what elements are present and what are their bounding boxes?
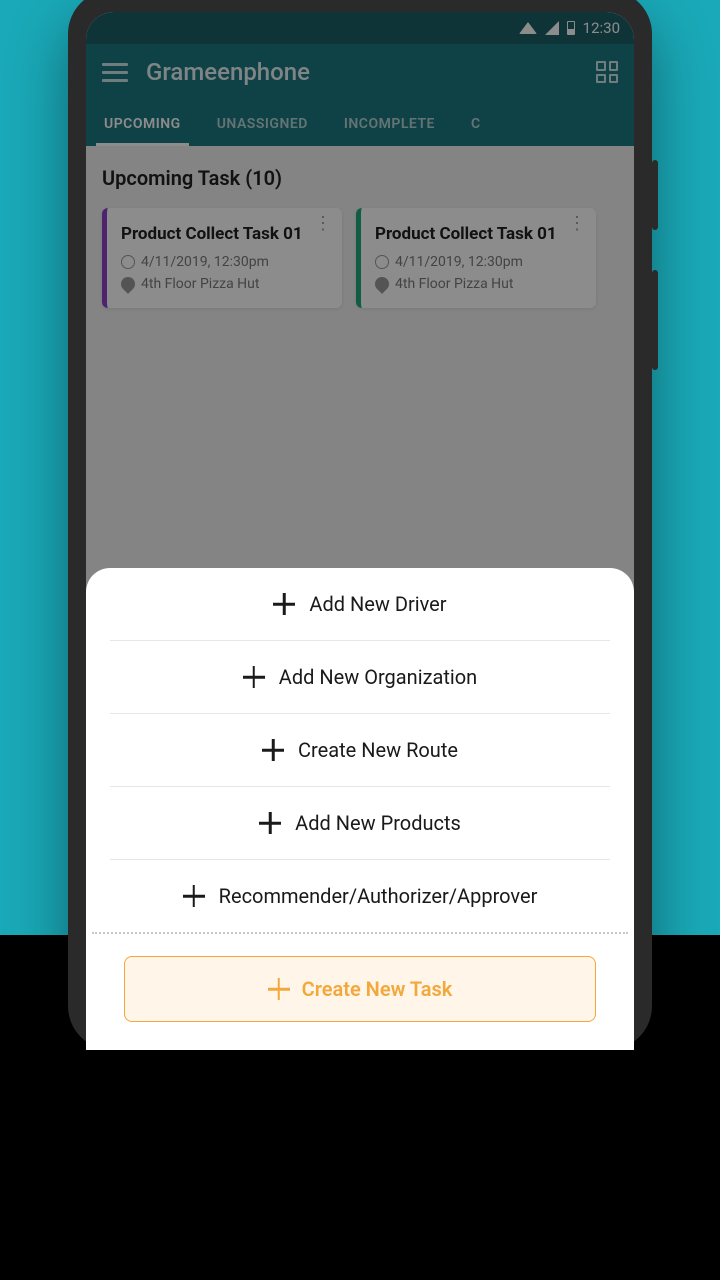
screen: 12:30 Grameenphone UPCOMING UNASSIGNED I…	[86, 12, 634, 1050]
sheet-item-label: Create New Route	[298, 738, 458, 762]
plus-icon	[262, 739, 284, 761]
plus-icon	[273, 593, 295, 615]
phone-frame: 12:30 Grameenphone UPCOMING UNASSIGNED I…	[68, 0, 652, 1050]
plus-icon	[268, 978, 290, 1000]
sheet-item-label: Recommender/Authorizer/Approver	[219, 884, 538, 908]
sheet-add-products[interactable]: Add New Products	[110, 787, 610, 860]
sheet-add-organization[interactable]: Add New Organization	[110, 641, 610, 714]
sheet-item-label: Add New Organization	[279, 665, 477, 689]
plus-icon	[243, 666, 265, 688]
plus-icon	[183, 885, 205, 907]
sheet-item-label: Add New Products	[295, 811, 461, 835]
plus-icon	[259, 812, 281, 834]
sheet-add-driver[interactable]: Add New Driver	[110, 568, 610, 641]
create-new-task-button[interactable]: Create New Task	[124, 956, 596, 1022]
primary-button-label: Create New Task	[302, 977, 453, 1001]
action-sheet: Add New Driver Add New Organization Crea…	[86, 568, 634, 1050]
sheet-item-label: Add New Driver	[309, 592, 446, 616]
sheet-recommender[interactable]: Recommender/Authorizer/Approver	[110, 860, 610, 932]
sheet-create-route[interactable]: Create New Route	[110, 714, 610, 787]
